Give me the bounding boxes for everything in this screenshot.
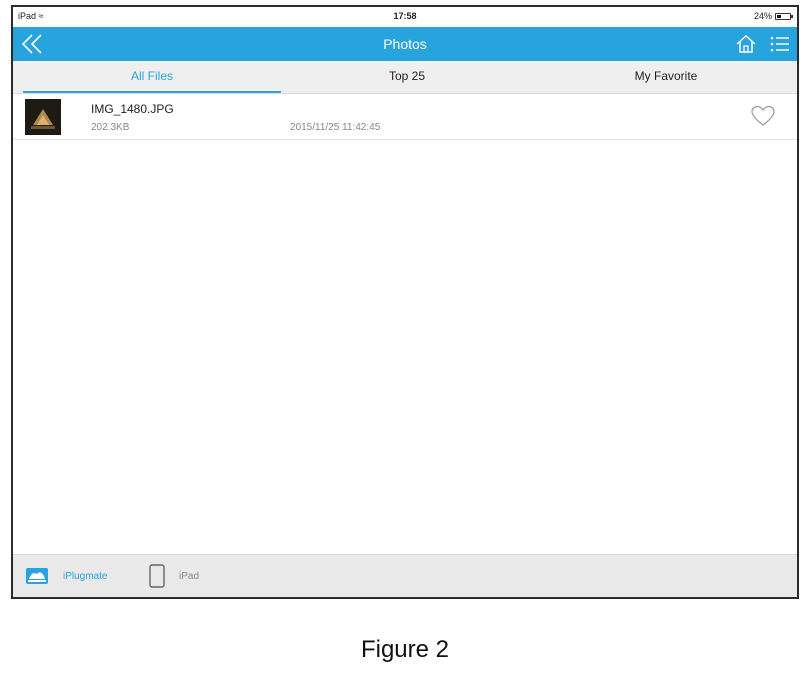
status-bar: iPad ≈ 17:58 24%: [13, 7, 797, 27]
device-label-iplugmate: iPlugmate: [63, 570, 108, 582]
file-size: 202.3KB: [91, 122, 130, 133]
device-ipad[interactable]: iPad: [149, 555, 199, 597]
device-switcher-bar: iPlugmate iPad: [13, 554, 797, 597]
device-iplugmate[interactable]: iPlugmate: [25, 555, 107, 597]
device-label-ipad: iPad: [179, 570, 200, 582]
file-thumbnail: [25, 99, 61, 135]
file-row[interactable]: IMG_1480.JPG 202.3KB 2015/11/25 11:42:45: [13, 95, 797, 140]
status-time: 17:58: [393, 11, 417, 21]
battery-percent: 24%: [753, 11, 772, 21]
tab-top-25[interactable]: Top 25: [281, 61, 533, 93]
tablet-icon: [149, 564, 165, 588]
list-menu-icon[interactable]: [769, 34, 791, 54]
heart-icon[interactable]: [751, 105, 775, 127]
tab-all-files[interactable]: All Files: [23, 61, 281, 93]
drive-icon: [26, 568, 48, 584]
active-tab-indicator: [23, 91, 281, 93]
navigation-bar: Photos: [13, 27, 797, 61]
file-date: 2015/11/25 11:42:45: [290, 122, 381, 133]
tab-bar: All Files Top 25 My Favorite: [13, 61, 797, 94]
figure-caption: Figure 2: [360, 636, 450, 663]
page-title: Photos: [383, 36, 427, 52]
home-icon[interactable]: [735, 33, 757, 55]
file-name: IMG_1480.JPG: [91, 102, 174, 116]
tab-my-favorite[interactable]: My Favorite: [533, 61, 797, 93]
battery-icon: [775, 12, 793, 20]
app-screenshot-frame: iPad ≈ 17:58 24% Photos All Files Top 25…: [11, 5, 799, 599]
status-battery: 24%: [753, 11, 793, 21]
